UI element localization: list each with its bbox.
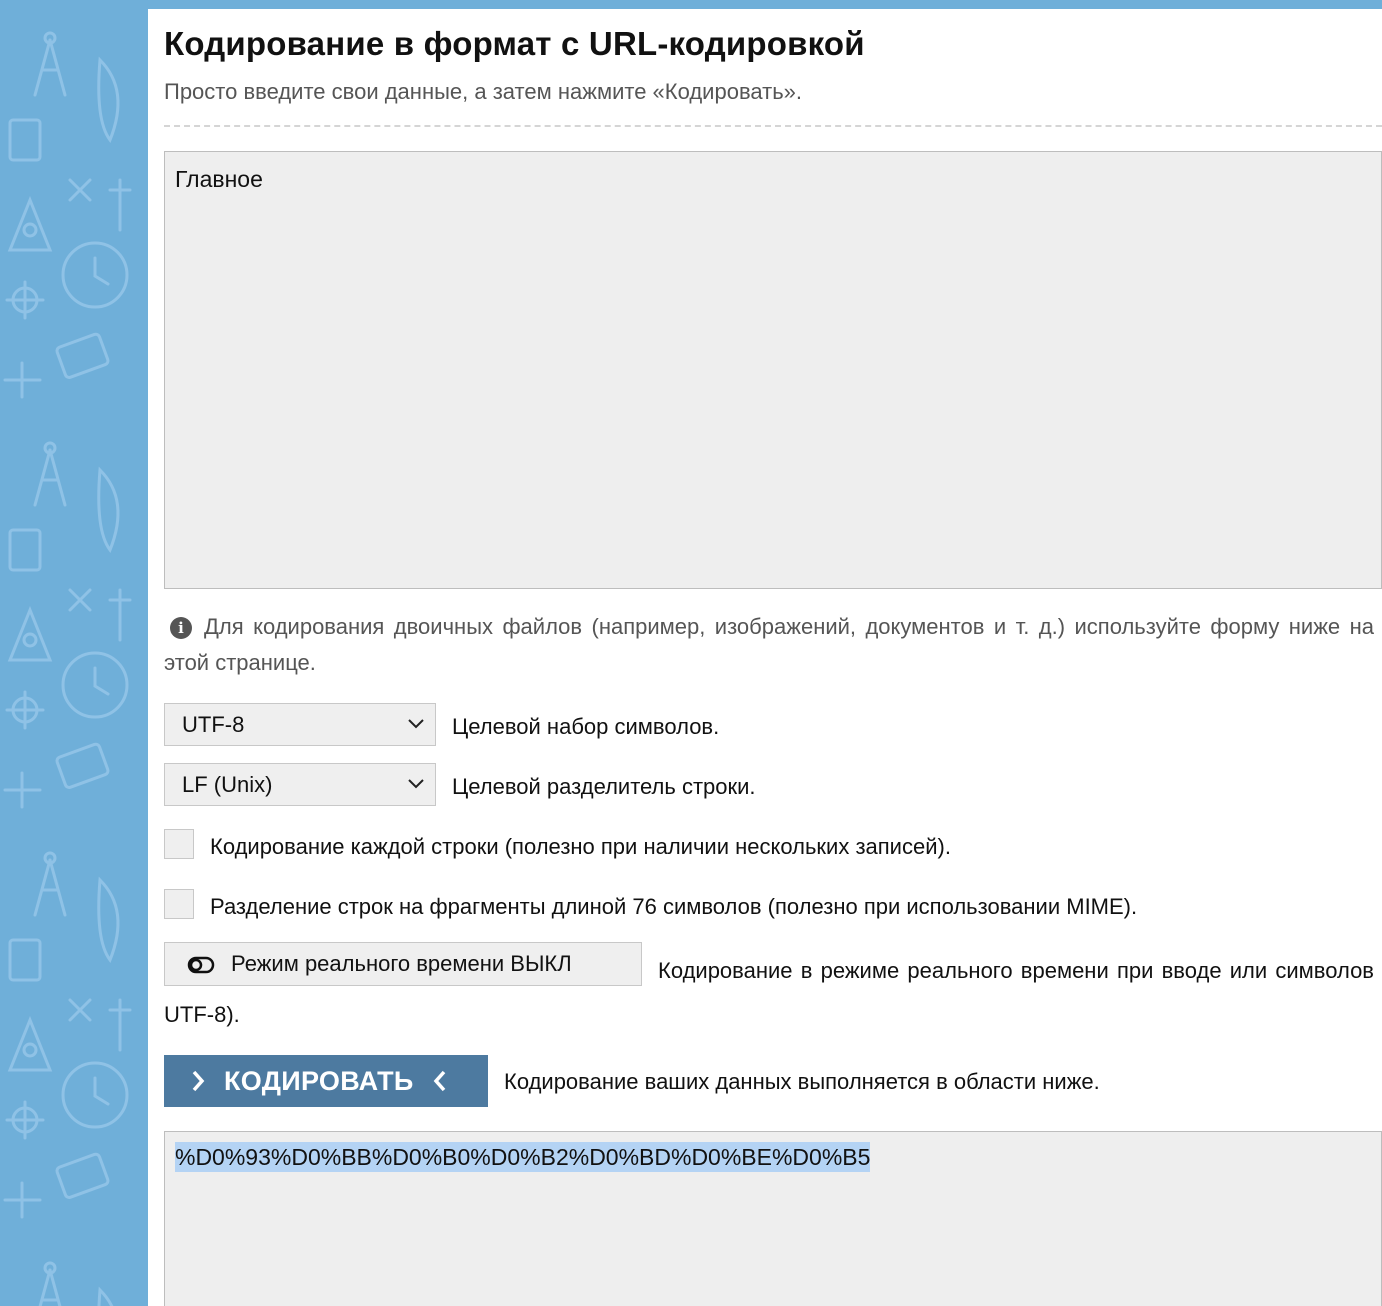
chevron-left-icon — [433, 1070, 445, 1092]
main-panel: Кодирование в формат с URL-кодировкой Пр… — [148, 9, 1382, 1306]
page-subtitle: Просто введите свои данные, а затем нажм… — [164, 79, 803, 104]
realtime-toggle-label: Режим реального времени ВЫКЛ — [231, 951, 572, 976]
input-text: Главное — [175, 166, 263, 192]
realtime-toggle-button[interactable]: Режим реального времени ВЫКЛ — [164, 942, 642, 986]
divider — [164, 125, 1382, 127]
encode-button[interactable]: КОДИРОВАТЬ — [164, 1055, 488, 1107]
top-strip — [148, 0, 1382, 9]
page-title: Кодирование в формат с URL-кодировкой — [164, 25, 865, 62]
chevron-down-icon — [408, 719, 424, 729]
charset-select[interactable]: UTF-8 — [164, 703, 436, 746]
charset-select-value: UTF-8 — [182, 712, 245, 737]
encode-button-label: КОДИРОВАТЬ — [224, 1066, 414, 1096]
chevron-down-icon — [408, 779, 424, 789]
charset-label: Целевой набор символов. — [452, 714, 720, 739]
split-lines-checkbox[interactable] — [164, 889, 194, 919]
newline-select[interactable]: LF (Unix) — [164, 763, 436, 806]
binary-files-note-text: Для кодирования двоичных файлов (наприме… — [164, 614, 1374, 675]
newline-select-value: LF (Unix) — [182, 772, 273, 797]
encode-description: Кодирование ваших данных выполняется в о… — [504, 1069, 1100, 1094]
output-textarea[interactable]: %D0%93%D0%BB%D0%B0%D0%B2%D0%BD%D0%BE%D0%… — [164, 1131, 1382, 1306]
newline-label: Целевой разделитель строки. — [452, 774, 756, 799]
background-pattern — [0, 0, 148, 1306]
encode-each-line-checkbox[interactable] — [164, 829, 194, 859]
info-circle-icon: i — [170, 617, 192, 639]
binary-files-note: i Для кодирования двоичных файлов (наприм… — [164, 609, 1374, 681]
output-text: %D0%93%D0%BB%D0%B0%D0%B2%D0%BD%D0%BE%D0%… — [175, 1142, 871, 1172]
input-textarea[interactable]: Главное — [164, 151, 1382, 589]
toggle-off-icon — [187, 956, 215, 974]
encode-each-line-label: Кодирование каждой строки (полезно при н… — [210, 834, 951, 859]
chevron-right-icon — [192, 1070, 205, 1092]
split-lines-label: Разделение строк на фрагменты длиной 76 … — [210, 894, 1138, 919]
